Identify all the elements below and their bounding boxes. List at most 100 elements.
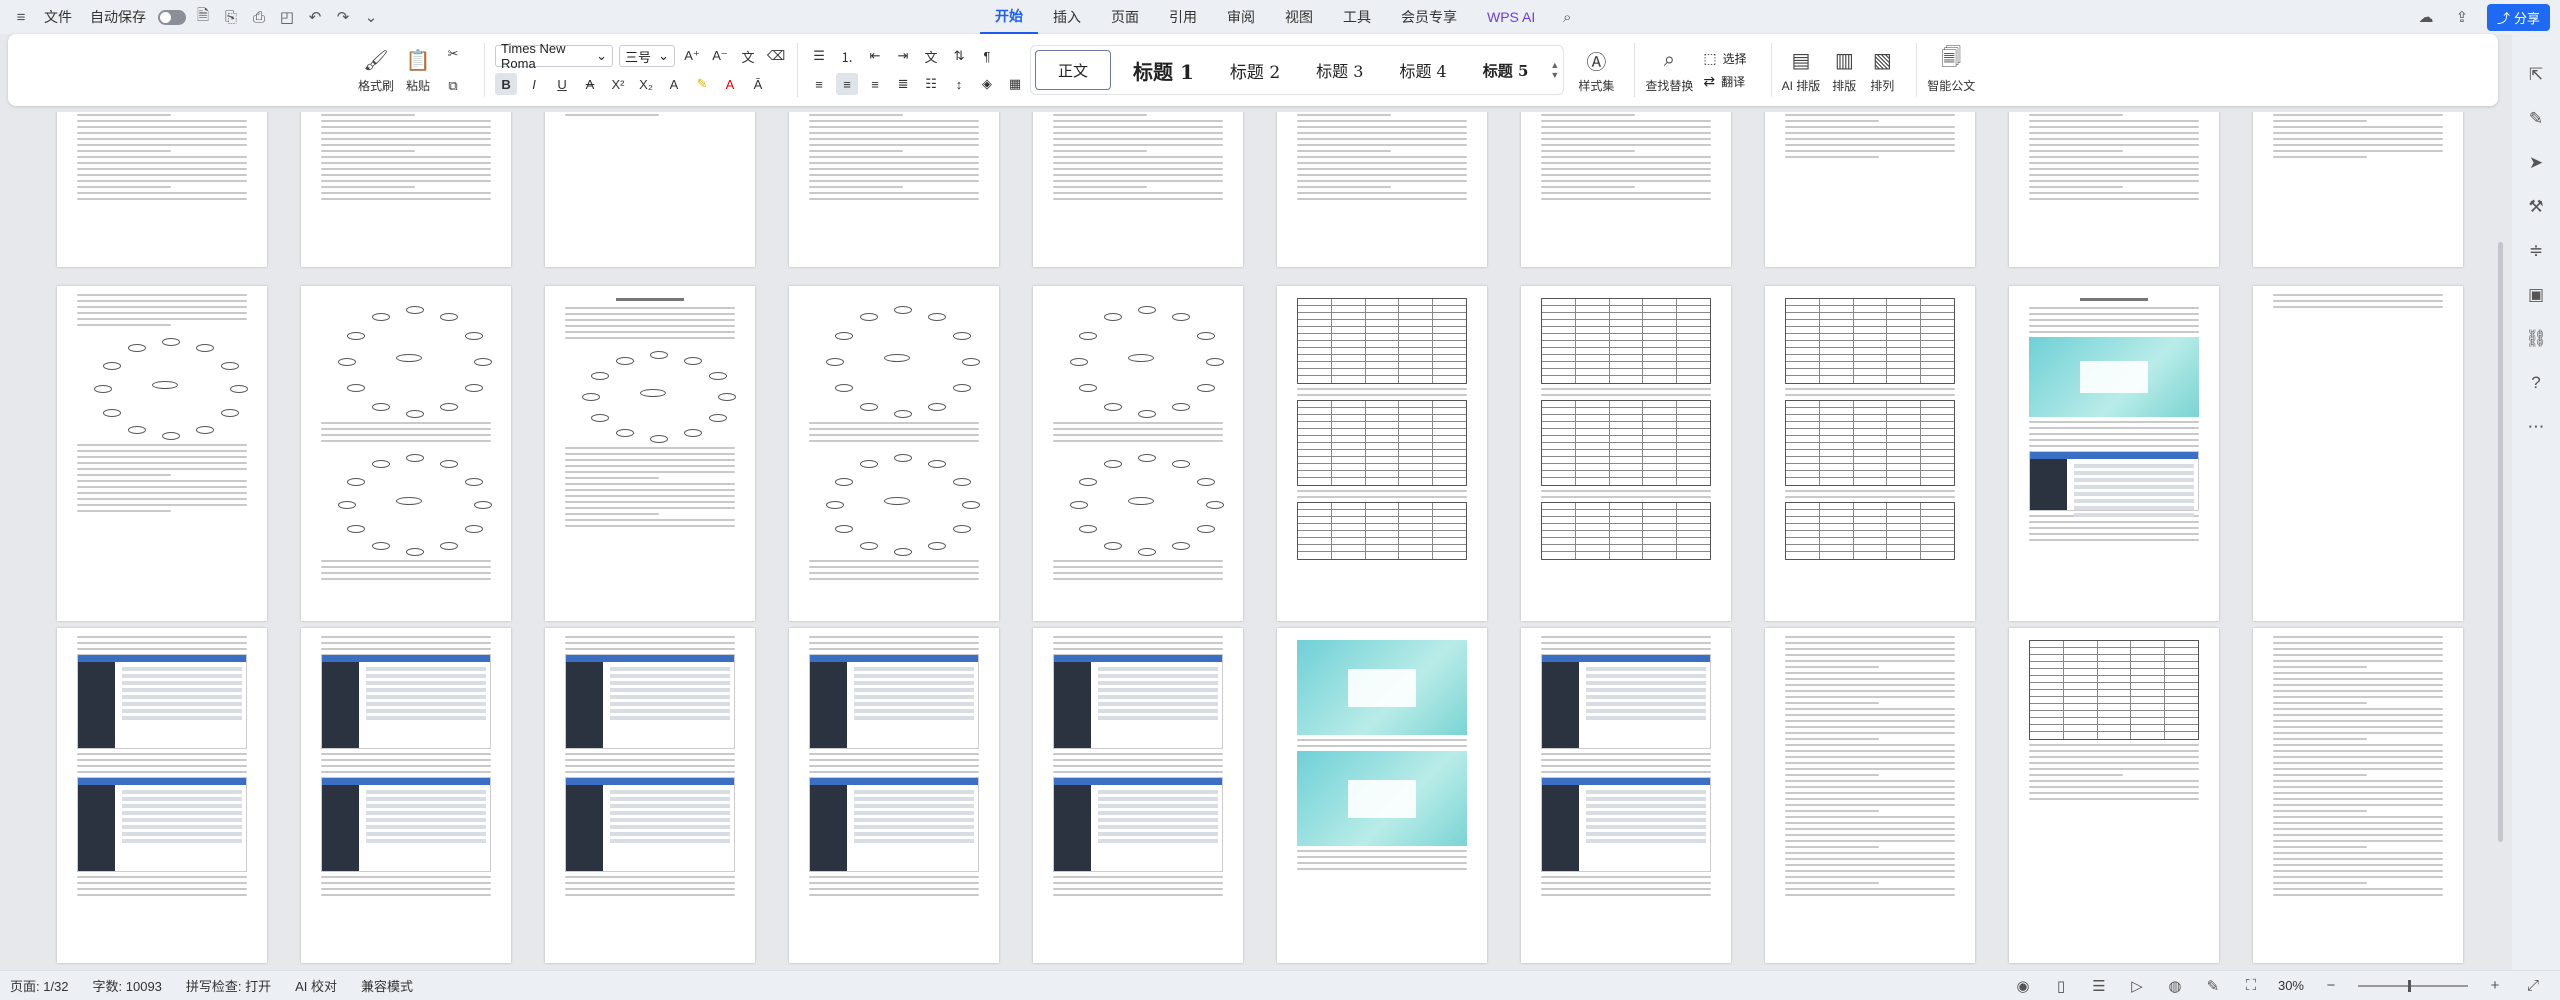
tab-review[interactable]: 审阅	[1212, 1, 1270, 33]
spellcheck-status[interactable]: 拼写检查: 打开	[186, 976, 271, 995]
collab-icon[interactable]: ⇪	[2451, 6, 2473, 28]
shrink-font-icon[interactable]: A⁻	[709, 45, 731, 67]
redo-icon[interactable]: ↷	[332, 6, 354, 28]
format-painter-button[interactable]: 🖌 格式刷	[358, 46, 394, 94]
font-name-select[interactable]: Times New Roma ⌄	[495, 41, 614, 71]
select-button[interactable]: ⬚ 选择	[1703, 50, 1746, 67]
font-color-icon[interactable]: A	[719, 73, 741, 95]
document-page[interactable]	[2253, 286, 2463, 621]
style-normal[interactable]: 正文	[1035, 50, 1112, 90]
align-right-icon[interactable]: ≡	[864, 73, 886, 95]
increase-indent-icon[interactable]: ⇥	[892, 45, 914, 67]
eye-icon[interactable]: ◉	[2012, 975, 2034, 997]
subscript-button[interactable]: X₂	[635, 73, 657, 95]
document-page[interactable]	[2009, 112, 2219, 267]
numbered-list-icon[interactable]: ⒈	[836, 45, 858, 67]
document-page[interactable]	[57, 628, 267, 963]
distribute-icon[interactable]: ☷	[920, 73, 942, 95]
document-page[interactable]	[1277, 628, 1487, 963]
document-page[interactable]	[1521, 286, 1731, 621]
text-effect-icon[interactable]: A	[663, 73, 685, 95]
show-marks-icon[interactable]: ¶	[976, 45, 998, 67]
borders-icon[interactable]: ▦	[1004, 73, 1026, 95]
strikethrough-button[interactable]: A	[579, 73, 601, 95]
document-page[interactable]	[1033, 628, 1243, 963]
zoom-level[interactable]: 30%	[2278, 978, 2304, 993]
bullet-list-icon[interactable]: ☰	[808, 45, 830, 67]
tab-home[interactable]: 开始	[980, 0, 1038, 34]
copy-icon[interactable]: ⧉	[442, 75, 464, 97]
cut-icon[interactable]: ✂	[442, 43, 464, 65]
document-page[interactable]	[301, 112, 511, 267]
page-indicator[interactable]: 页面: 1/32	[10, 976, 69, 995]
document-page[interactable]	[1521, 112, 1731, 267]
scroll-thumb[interactable]	[2498, 242, 2503, 842]
document-page[interactable]	[2253, 628, 2463, 963]
styles-scroll[interactable]: ▲ ▼	[1546, 46, 1563, 94]
tab-page[interactable]: 页面	[1096, 1, 1154, 33]
tab-member[interactable]: 会员专享	[1386, 1, 1472, 33]
more-icon[interactable]: ⋯	[2525, 416, 2547, 438]
style-heading-1[interactable]: 标题 1	[1115, 46, 1212, 94]
ai-proof-button[interactable]: AI 校对	[295, 976, 337, 995]
underline-button[interactable]: U	[551, 73, 573, 95]
italic-button[interactable]: I	[523, 73, 545, 95]
sliders-icon[interactable]: ≑	[2525, 240, 2547, 262]
style-heading-3[interactable]: 标题 3	[1298, 46, 1381, 94]
grow-font-icon[interactable]: A⁺	[681, 45, 703, 67]
smart-doc-button[interactable]: 🗐 智能公文	[1927, 46, 1975, 94]
undo-icon[interactable]: ↶	[304, 6, 326, 28]
justify-icon[interactable]: ≣	[892, 73, 914, 95]
tab-insert[interactable]: 插入	[1038, 1, 1096, 33]
vertical-scrollbar[interactable]	[2490, 112, 2512, 970]
line-spacing-icon[interactable]: ↕	[948, 73, 970, 95]
style-heading-4[interactable]: 标题 4	[1381, 46, 1464, 94]
translate-button[interactable]: ⇄ 翻译	[1703, 73, 1746, 90]
layout-button[interactable]: ▥ 排版	[1830, 46, 1858, 94]
bold-button[interactable]: B	[495, 73, 518, 95]
zoom-out-icon[interactable]: −	[2320, 975, 2342, 997]
paste-button[interactable]: 📋 粘贴	[404, 46, 432, 94]
document-page[interactable]	[1765, 628, 1975, 963]
arrange-button[interactable]: ▧ 排列	[1868, 46, 1896, 94]
document-page[interactable]	[301, 286, 511, 621]
print-icon[interactable]: ⎙	[248, 6, 270, 28]
tab-view[interactable]: 视图	[1270, 1, 1328, 33]
document-page[interactable]	[1765, 112, 1975, 267]
fit-icon[interactable]: ⛶	[2240, 975, 2262, 997]
cloud-icon[interactable]: ☁	[2415, 6, 2437, 28]
ai-layout-button[interactable]: ▤ AI 排版	[1782, 46, 1821, 94]
edit-icon[interactable]: ✎	[2525, 108, 2547, 130]
file-menu[interactable]: 文件	[38, 5, 78, 29]
find-replace-button[interactable]: ⌕ 查找替换	[1645, 46, 1693, 94]
more-chevron-icon[interactable]: ⌄	[360, 6, 382, 28]
zoom-slider[interactable]	[2358, 979, 2468, 992]
zoom-in-icon[interactable]: +	[2484, 975, 2506, 997]
clear-format-icon[interactable]: ⌫	[765, 45, 787, 67]
phonetic-icon[interactable]: 文	[737, 45, 759, 67]
tab-tools[interactable]: 工具	[1328, 1, 1386, 33]
link-icon[interactable]: ⛓	[2525, 328, 2547, 350]
document-page[interactable]	[2009, 628, 2219, 963]
align-left-icon[interactable]: ≡	[808, 73, 830, 95]
style-heading-5[interactable]: 标题 5	[1465, 46, 1547, 94]
web-view-icon[interactable]: ☰	[2088, 975, 2110, 997]
save-icon[interactable]: 🗎	[192, 6, 214, 28]
search-icon[interactable]: ⌕	[1556, 6, 1578, 28]
pen-icon[interactable]: ✎	[2202, 975, 2224, 997]
document-page[interactable]	[1033, 112, 1243, 267]
decrease-indent-icon[interactable]: ⇤	[864, 45, 886, 67]
shading-icon[interactable]: ◈	[976, 73, 998, 95]
document-page[interactable]	[1033, 286, 1243, 621]
document-page[interactable]	[57, 286, 267, 621]
share-button[interactable]: ⤴ 分享	[2486, 3, 2550, 31]
play-icon[interactable]: ▷	[2126, 975, 2148, 997]
globe-icon[interactable]: ◍	[2164, 975, 2186, 997]
chinese-layout-icon[interactable]: 文	[920, 45, 942, 67]
document-page[interactable]	[545, 112, 755, 267]
page-view-icon[interactable]: ▯	[2050, 975, 2072, 997]
highlight-icon[interactable]: ✎	[691, 73, 713, 95]
tab-references[interactable]: 引用	[1154, 1, 1212, 33]
document-page[interactable]	[1277, 286, 1487, 621]
document-page[interactable]	[2253, 112, 2463, 267]
